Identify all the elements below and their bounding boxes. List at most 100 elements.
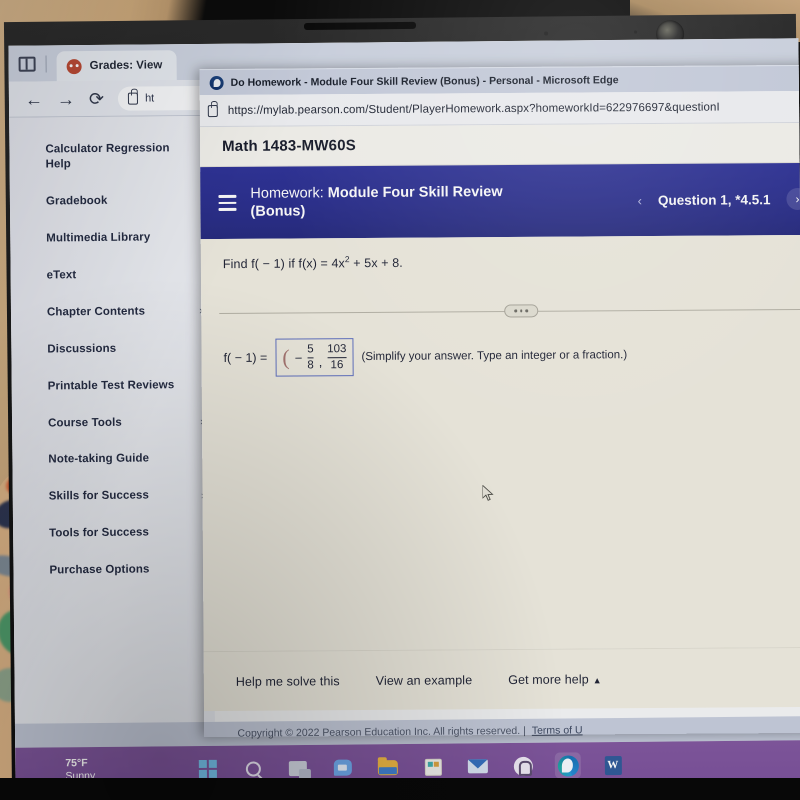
reload-icon[interactable]: ⟳	[89, 88, 104, 108]
sidebar-item-note-taking-guide[interactable]: Note-taking Guide	[48, 440, 212, 479]
microsoft-store-button[interactable]	[420, 754, 446, 780]
sidebar-item-label: Course Tools	[47, 416, 122, 429]
fraction-bar	[307, 356, 314, 358]
sidebar-item-label: Calculator Regression Help	[45, 142, 170, 171]
sidebar-item-label: Multimedia Library	[46, 231, 151, 245]
fraction-one-denominator: 8	[307, 358, 314, 371]
sidebar-item-multimedia-library[interactable]: Multimedia Library	[46, 219, 210, 258]
edge-window-title: Do Homework - Module Four Skill Review (…	[230, 73, 619, 89]
file-explorer-button[interactable]	[375, 754, 401, 780]
homework-header: Homework: Module Four Skill Review (Bonu…	[200, 162, 800, 240]
answer-separator: ,	[318, 354, 323, 370]
search-icon	[245, 760, 261, 777]
answer-hint: (Simplify your answer. Type an integer o…	[361, 349, 628, 364]
sidebar-item-label: Printable Test Reviews	[47, 378, 175, 393]
question-prompt-suffix: + 5x + 8.	[349, 255, 403, 271]
fraction-one-numerator: 5	[307, 343, 314, 356]
sidebar-item-label: Gradebook	[45, 194, 108, 208]
laptop-speaker-grille	[303, 21, 417, 31]
edge-browser-window: Do Homework - Module Four Skill Review (…	[199, 64, 800, 737]
sidebar-item-purchase-options[interactable]: Purchase Options	[49, 551, 213, 590]
course-title-bar: Math 1483-MW60S	[199, 122, 800, 168]
microsoft-edge-button[interactable]	[554, 752, 581, 779]
forward-arrow-icon[interactable]: →	[57, 89, 75, 109]
question-body: Find f( − 1) if f(x) = 4x2 + 5x + 8. f( …	[200, 234, 800, 652]
task-view-icon	[288, 760, 307, 776]
fraction-two-numerator: 103	[327, 343, 347, 356]
sidebar-item-calculator-regression-help[interactable]: Calculator Regression Help	[45, 130, 209, 183]
chat-button[interactable]	[330, 755, 356, 781]
sidebar-item-skills-for-success[interactable]: Skills for Success ›	[49, 477, 213, 516]
sidebar-item-label: Chapter Contents	[46, 305, 146, 319]
weather-temperature: 75°F	[65, 756, 88, 770]
word-button[interactable]: W	[600, 752, 626, 778]
answer-input[interactable]: ( − 5 8 , 103 16	[275, 338, 354, 377]
sidebar-item-tools-for-success[interactable]: Tools for Success	[49, 514, 213, 553]
store-icon	[424, 758, 442, 776]
hamburger-menu-icon[interactable]	[218, 195, 237, 211]
sidebar-item-label: eText	[46, 268, 77, 282]
laptop-lower-bezel	[0, 778, 800, 800]
tab-actions-icon[interactable]	[18, 56, 36, 72]
laptop-screen: Grades: View ← → ⟳ ht Calculator Regress…	[8, 38, 800, 794]
open-paren: (	[282, 344, 290, 370]
sensor-dot	[544, 31, 549, 36]
chevron-left-icon[interactable]: ‹	[638, 193, 642, 208]
mouse-pointer-icon	[482, 485, 494, 501]
question-prompt: Find f( − 1) if f(x) = 4x2 + 5x + 8.	[223, 251, 800, 271]
homework-help-footer: Help me solve this View an example Get m…	[203, 646, 800, 712]
browser-tab-label: Grades: View	[89, 59, 163, 73]
edge-title-bar[interactable]: Do Homework - Module Four Skill Review (…	[199, 64, 800, 96]
sidebar-item-label: Purchase Options	[49, 563, 150, 577]
caret-up-icon: ▲	[592, 674, 602, 685]
fraction-bar	[327, 356, 347, 358]
browser-tab-grades-view[interactable]: Grades: View	[56, 50, 177, 82]
fraction-one: 5 8	[307, 344, 314, 371]
url-text: https://mylab.pearson.com/Student/Player…	[227, 101, 720, 117]
indicator-led	[634, 30, 638, 34]
sidebar-item-label: Skills for Success	[48, 489, 150, 503]
answer-row: f( − 1) = ( − 5 8 , 103 16 (Simplify you…	[223, 336, 627, 377]
sidebar-item-gradebook[interactable]: Gradebook	[46, 182, 210, 221]
edge-address-bar[interactable]: https://mylab.pearson.com/Student/Player…	[199, 90, 800, 128]
lock-icon	[127, 92, 139, 105]
sidebar-item-printable-test-reviews[interactable]: Printable Test Reviews	[48, 366, 212, 405]
question-navigation: ‹ Question 1, *4.5.1 ›	[637, 187, 800, 211]
sidebar-item-chapter-contents[interactable]: Chapter Contents ›	[47, 293, 211, 332]
drag-handle-icon[interactable]	[504, 304, 539, 318]
mail-button[interactable]	[465, 753, 491, 779]
course-sidebar: Calculator Regression Help Gradebook Mul…	[9, 115, 216, 748]
word-icon: W	[604, 755, 622, 775]
get-more-help-link[interactable]: Get more help ▲	[508, 672, 602, 687]
fraction-two-denominator: 16	[330, 358, 344, 371]
edge-icon	[557, 754, 579, 777]
widgets-icon	[513, 756, 533, 776]
sidebar-item-etext[interactable]: eText	[46, 256, 210, 295]
chat-icon	[333, 759, 352, 776]
sidebar-item-label: Note-taking Guide	[48, 452, 150, 466]
get-more-help-label: Get more help	[508, 671, 589, 687]
question-label: Question 1, *4.5.1	[657, 191, 771, 208]
homework-label: Homework:	[250, 185, 324, 202]
sidebar-item-course-tools[interactable]: Course Tools ›	[48, 403, 212, 442]
negative-sign: −	[294, 349, 303, 365]
background-url-text: ht	[144, 91, 155, 104]
sidebar-item-label: Discussions	[47, 342, 117, 356]
windows-logo-icon	[198, 759, 217, 779]
pearson-p-icon	[209, 75, 224, 90]
divider	[45, 54, 47, 72]
help-me-solve-this-link[interactable]: Help me solve this	[236, 674, 340, 689]
mail-icon	[467, 759, 488, 774]
question-prompt-prefix: Find f( − 1) if f(x) = 4x	[222, 256, 345, 272]
chevron-right-icon[interactable]: ›	[786, 187, 800, 211]
widgets-button[interactable]	[510, 753, 536, 779]
laptop-photo-scene: Grades: View ← → ⟳ ht Calculator Regress…	[0, 0, 800, 800]
sidebar-item-label: Tools for Success	[49, 526, 150, 540]
view-an-example-link[interactable]: View an example	[376, 673, 473, 688]
pearson-favicon	[66, 58, 82, 74]
course-title: Math 1483-MW60S	[222, 137, 357, 155]
lock-icon	[207, 105, 218, 118]
back-arrow-icon[interactable]: ←	[25, 89, 43, 109]
answer-label: f( − 1) =	[223, 350, 268, 365]
sidebar-item-discussions[interactable]: Discussions	[47, 330, 211, 369]
